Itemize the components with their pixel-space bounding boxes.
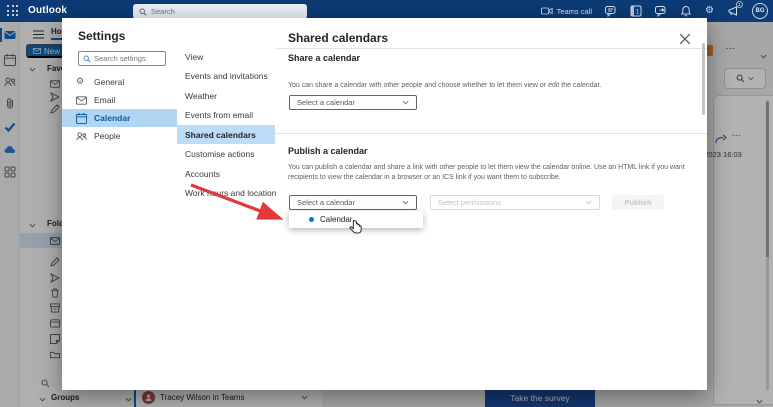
section-label: Events and invitations: [185, 70, 268, 81]
search-icon: [139, 8, 147, 15]
settings-title: Settings: [78, 29, 126, 43]
chevron-down-icon: [402, 100, 409, 105]
dropdown-placeholder: Select a calendar: [297, 98, 355, 107]
share-calendar-dropdown[interactable]: Select a calendar: [289, 95, 417, 110]
settings-search[interactable]: [78, 51, 166, 66]
feedback-icon[interactable]: [655, 5, 667, 17]
section-label: Weather: [185, 90, 217, 101]
chevron-down-icon: [585, 200, 592, 205]
section-weather[interactable]: Weather: [177, 86, 275, 105]
publish-heading: Publish a calendar: [288, 146, 368, 156]
notification-badge: 1: [736, 1, 743, 8]
dropdown-placeholder: Select a calendar: [297, 198, 355, 207]
share-description: You can share a calendar with other peop…: [288, 82, 602, 89]
settings-sections: View Events and invitations Weather Even…: [177, 18, 277, 390]
section-label: Customise actions: [185, 148, 255, 159]
my-day-icon[interactable]: 1: [630, 5, 642, 17]
avatar[interactable]: BG: [752, 3, 768, 19]
section-view[interactable]: View: [177, 47, 275, 66]
share-heading: Share a calendar: [288, 53, 361, 63]
bell-icon[interactable]: [680, 5, 692, 17]
settings-nav-people[interactable]: People: [62, 127, 177, 145]
section-accounts[interactable]: Accounts: [177, 164, 275, 183]
publish-description: You can publish a calendar and share a l…: [288, 164, 685, 182]
chat-icon[interactable]: [605, 5, 617, 17]
nav-label: Calendar: [94, 113, 131, 123]
section-work-hours[interactable]: Work hours and location: [177, 183, 277, 202]
gear-icon[interactable]: ⚙: [705, 5, 714, 17]
settings-nav: Settings ⚙ General Email Calendar People: [62, 18, 177, 390]
camera-icon: [540, 7, 553, 15]
permissions-dropdown: Select permissions: [430, 195, 600, 210]
shared-calendars-panel: Shared calendars Share a calendar You ca…: [275, 18, 707, 390]
teams-call-button[interactable]: Teams call: [540, 5, 593, 17]
svg-text:1: 1: [636, 9, 640, 16]
people-icon: [76, 131, 87, 140]
settings-dialog: Settings ⚙ General Email Calendar People: [62, 18, 707, 390]
section-label: Shared calendars: [185, 129, 256, 140]
nav-label: General: [94, 77, 125, 87]
calendar-color-dot: [309, 217, 314, 222]
section-shared-calendars[interactable]: Shared calendars: [177, 125, 275, 144]
section-label: Accounts: [185, 168, 220, 179]
dropdown-placeholder: Select permissions: [438, 198, 501, 207]
menu-option-calendar: Calendar: [320, 215, 353, 224]
publish-calendar-dropdown[interactable]: Select a calendar: [289, 195, 417, 210]
settings-nav-calendar[interactable]: Calendar: [62, 109, 177, 127]
section-events-from-email[interactable]: Events from email: [177, 105, 275, 124]
chevron-down-icon: [402, 200, 409, 205]
publish-button: Publish: [612, 195, 664, 210]
section-events-invitations[interactable]: Events and invitations: [177, 66, 275, 85]
section-label: Work hours and location: [185, 187, 277, 198]
calendar-icon: [76, 112, 87, 124]
calendar-dropdown-menu[interactable]: Calendar: [289, 211, 423, 228]
search-input[interactable]: [151, 7, 291, 16]
section-label: View: [185, 51, 204, 62]
mail-icon: [76, 95, 87, 105]
settings-nav-general[interactable]: ⚙ General: [62, 73, 177, 91]
app-launcher-icon[interactable]: [7, 5, 19, 17]
app-title: Outlook: [28, 5, 68, 16]
nav-label: Email: [94, 95, 116, 105]
section-label: Events from email: [185, 109, 254, 120]
outlook-window: Outlook Teams call 1 ⚙ 1 BG: [0, 0, 773, 407]
close-icon[interactable]: [679, 33, 691, 45]
section-customise-actions[interactable]: Customise actions: [177, 144, 275, 163]
dialog-scrollbar-thumb[interactable]: [702, 43, 705, 115]
divider: [275, 133, 707, 134]
divider: [275, 48, 707, 49]
search-icon: [83, 55, 91, 62]
nav-label: People: [94, 131, 121, 141]
gear-icon: ⚙: [76, 76, 85, 87]
settings-nav-email[interactable]: Email: [62, 91, 177, 109]
page-title: Shared calendars: [288, 31, 389, 45]
whats-new-button[interactable]: 1: [727, 1, 743, 17]
teams-call-label: Teams call: [556, 6, 593, 16]
settings-search-input[interactable]: [94, 54, 160, 63]
search-bar[interactable]: [133, 4, 307, 19]
